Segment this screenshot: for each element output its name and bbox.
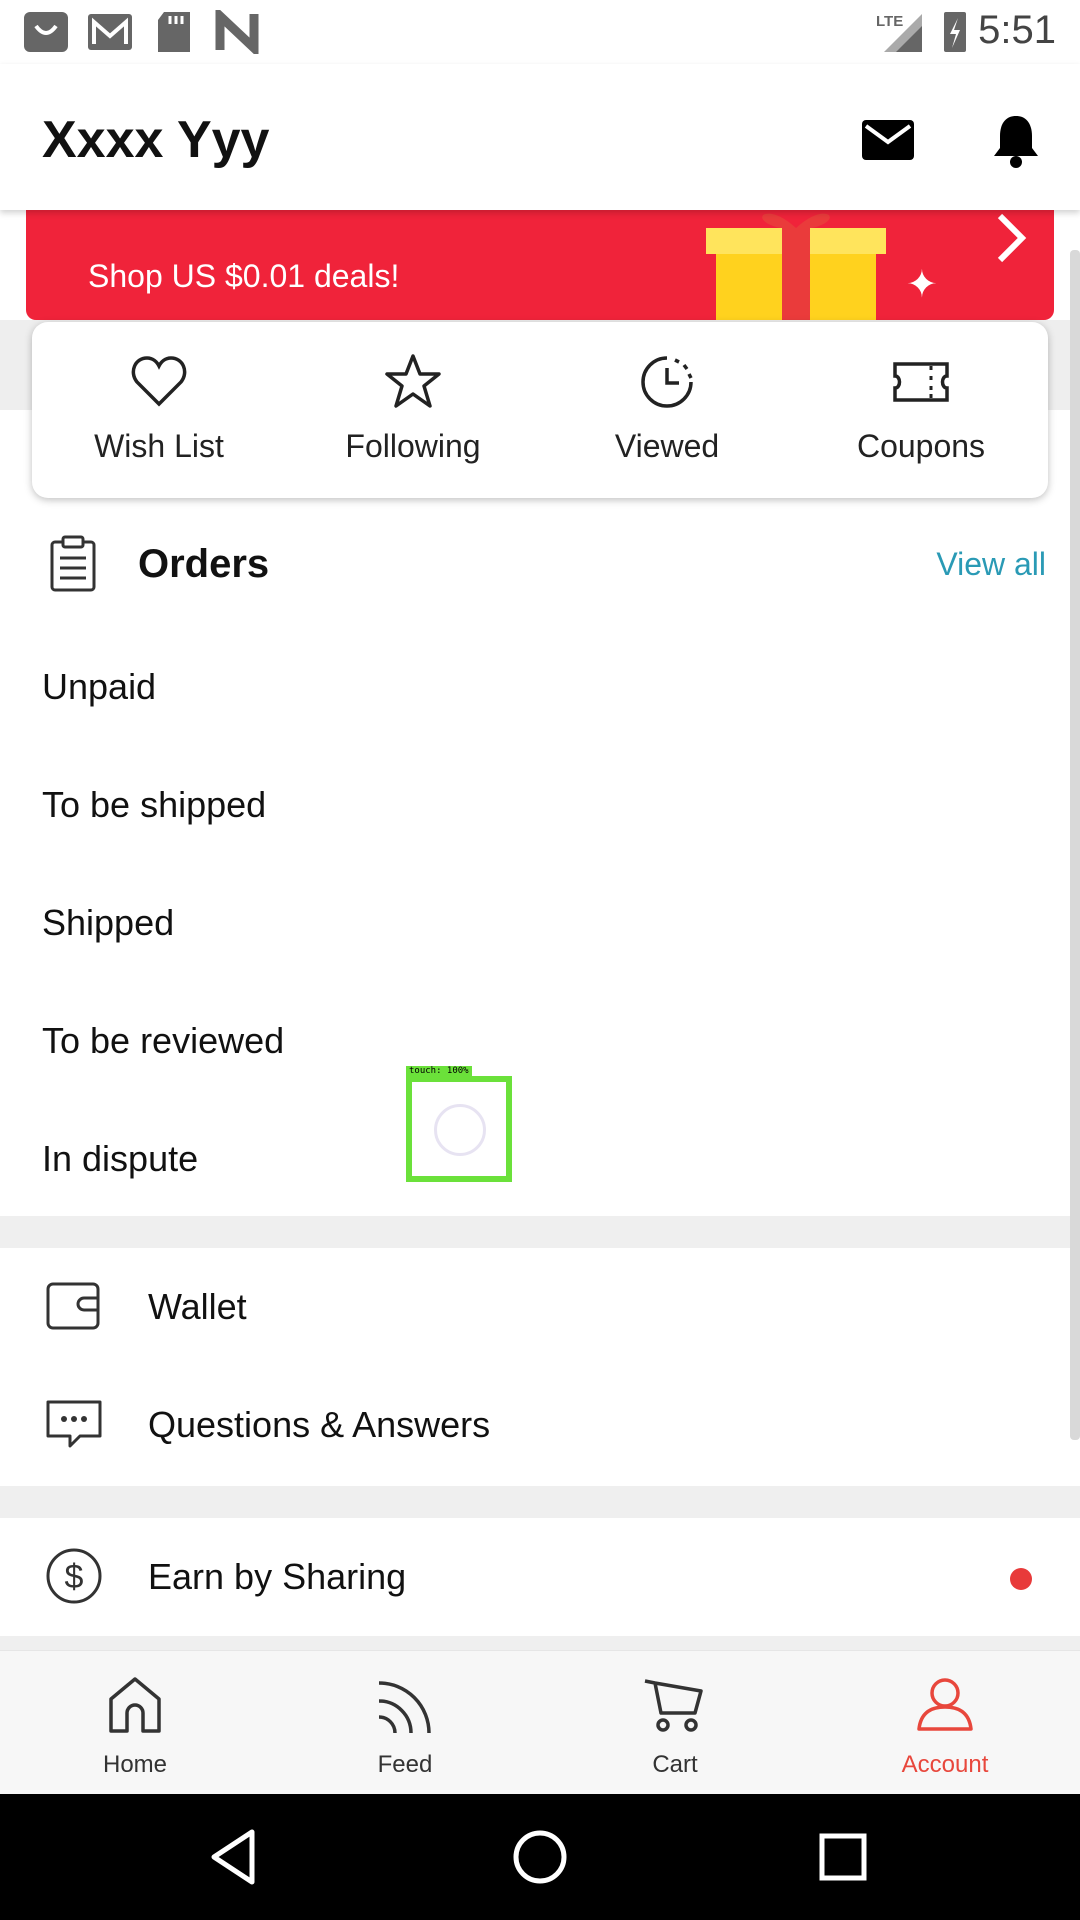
coupon-icon bbox=[893, 362, 949, 402]
quick-coupons[interactable]: Coupons bbox=[794, 322, 1048, 498]
notification-dot bbox=[1010, 1568, 1032, 1590]
order-status-to-be-reviewed[interactable]: To be reviewed bbox=[42, 1020, 284, 1062]
scrollbar[interactable] bbox=[1070, 250, 1080, 1440]
nav-label: Feed bbox=[377, 1751, 433, 1778]
account-icon bbox=[917, 1678, 973, 1731]
touch-indicator-label: touch: 100% bbox=[406, 1066, 472, 1076]
signal-icon: LTE bbox=[876, 13, 922, 52]
mail-icon[interactable] bbox=[858, 110, 918, 170]
gmail-icon bbox=[88, 14, 132, 50]
bottom-navigation: Home Feed Cart Account bbox=[0, 1650, 1080, 1794]
order-status-in-dispute[interactable]: In dispute bbox=[42, 1138, 198, 1180]
touch-point bbox=[434, 1104, 486, 1156]
quick-label: Viewed bbox=[614, 428, 720, 464]
order-status-to-be-shipped[interactable]: To be shipped bbox=[42, 784, 266, 826]
quick-following[interactable]: Following bbox=[286, 322, 540, 498]
recents-icon[interactable] bbox=[810, 1824, 876, 1890]
cart-icon bbox=[644, 1679, 703, 1732]
bag-notification-icon bbox=[24, 12, 68, 52]
svg-text:$: $ bbox=[65, 1558, 84, 1596]
touch-indicator bbox=[406, 1076, 512, 1182]
status-bar: LTE 5:51 bbox=[0, 0, 1080, 64]
quick-wish-list[interactable]: Wish List bbox=[32, 322, 286, 498]
nav-home[interactable]: Home bbox=[0, 1651, 270, 1794]
orders-title: Orders bbox=[138, 542, 270, 586]
star-icon bbox=[385, 354, 441, 408]
system-navigation-bar bbox=[0, 1794, 1080, 1920]
dollar-circle-icon: $ bbox=[46, 1548, 102, 1604]
menu-questions-answers[interactable]: Questions & Answers bbox=[0, 1366, 1080, 1484]
clock-icon bbox=[641, 356, 693, 408]
chat-bubble-icon bbox=[46, 1400, 102, 1448]
quick-access-card: Wish List Following Viewed Coupons bbox=[32, 322, 1048, 498]
nav-label: Account bbox=[901, 1751, 989, 1778]
section-divider bbox=[0, 1216, 1080, 1248]
wallet-icon bbox=[46, 1282, 100, 1330]
view-all-orders-link[interactable]: View all bbox=[936, 546, 1046, 583]
section-divider bbox=[0, 1636, 1080, 1650]
home-circle-icon[interactable] bbox=[507, 1824, 573, 1890]
clock-time: 5:51 bbox=[978, 8, 1056, 52]
nav-cart[interactable]: Cart bbox=[540, 1651, 810, 1794]
orders-header: Orders View all bbox=[0, 520, 1080, 610]
page-title: Xxxx Yyy bbox=[42, 111, 270, 169]
battery-charging-icon bbox=[944, 12, 966, 52]
n-logo-icon bbox=[215, 10, 259, 54]
order-status-unpaid[interactable]: Unpaid bbox=[42, 666, 156, 708]
bell-icon[interactable] bbox=[986, 110, 1046, 170]
menu-wallet[interactable]: Wallet bbox=[0, 1248, 1080, 1366]
section-divider bbox=[0, 1486, 1080, 1518]
menu-label: Wallet bbox=[148, 1286, 247, 1327]
chevron-right-icon bbox=[997, 213, 1027, 263]
quick-label: Wish List bbox=[94, 428, 224, 464]
nav-label: Home bbox=[102, 1751, 168, 1778]
nav-label: Cart bbox=[652, 1751, 698, 1778]
nav-feed[interactable]: Feed bbox=[270, 1651, 540, 1794]
clipboard-icon bbox=[50, 535, 96, 592]
nav-account[interactable]: Account bbox=[810, 1651, 1080, 1794]
feed-icon bbox=[378, 1681, 431, 1734]
home-icon bbox=[109, 1677, 161, 1733]
quick-label: Following bbox=[345, 428, 481, 464]
menu-earn-by-sharing[interactable]: $ Earn by Sharing bbox=[0, 1518, 1080, 1636]
sd-card-icon bbox=[158, 12, 190, 52]
quick-viewed[interactable]: Viewed bbox=[540, 322, 794, 498]
app-header: Xxxx Yyy bbox=[0, 64, 1080, 210]
order-status-shipped[interactable]: Shipped bbox=[42, 902, 174, 944]
quick-label: Coupons bbox=[856, 428, 986, 464]
svg-text:LTE: LTE bbox=[876, 13, 903, 30]
back-icon[interactable] bbox=[204, 1824, 270, 1890]
gift-box-icon bbox=[706, 213, 886, 320]
heart-icon bbox=[131, 356, 187, 407]
menu-label: Earn by Sharing bbox=[148, 1556, 407, 1597]
menu-label: Questions & Answers bbox=[148, 1404, 491, 1445]
banner-subtitle: Shop US $0.01 deals! bbox=[88, 258, 400, 294]
sparkle-icon: ✦ bbox=[906, 264, 938, 306]
